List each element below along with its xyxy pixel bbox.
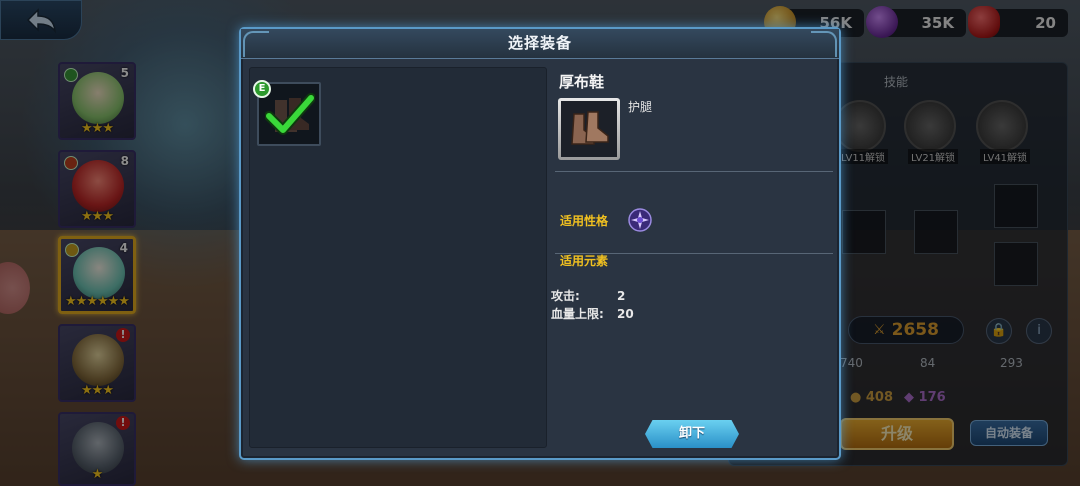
stat-label: 攻击: bbox=[551, 289, 580, 303]
equipment-list: E bbox=[249, 67, 547, 448]
stat-label: 血量上限: bbox=[551, 307, 604, 321]
trait-icon bbox=[628, 208, 652, 232]
item-type: 护腿 bbox=[628, 100, 653, 114]
modal-corner-ornament bbox=[811, 31, 837, 57]
stat-value: 20 bbox=[617, 307, 634, 321]
boots-icon bbox=[571, 111, 609, 145]
item-name: 厚布鞋 bbox=[559, 73, 605, 91]
divider bbox=[555, 171, 833, 172]
select-equipment-modal: 选择装备 E 厚布鞋 护腿 适用性格 适用元素 攻击: 2 血量上限: 20 卸… bbox=[239, 27, 841, 460]
modal-header: 选择装备 bbox=[241, 29, 839, 59]
modal-corner-ornament bbox=[243, 31, 269, 57]
divider bbox=[555, 253, 833, 254]
stat-attack: 攻击: 2 bbox=[551, 287, 625, 304]
modal-title: 选择装备 bbox=[507, 34, 572, 52]
item-detail: 厚布鞋 护腿 适用性格 适用元素 攻击: 2 血量上限: 20 bbox=[551, 67, 837, 448]
stat-value: 2 bbox=[617, 289, 626, 303]
applicable-element-label: 适用元素 bbox=[560, 254, 609, 268]
item-icon-frame bbox=[558, 98, 620, 160]
unequip-button[interactable]: 卸下 bbox=[645, 420, 739, 448]
equipped-badge: E bbox=[253, 80, 271, 98]
checkmark-icon bbox=[265, 93, 315, 135]
applicable-trait-label: 适用性格 bbox=[560, 214, 609, 228]
stat-max-hp: 血量上限: 20 bbox=[551, 305, 634, 322]
